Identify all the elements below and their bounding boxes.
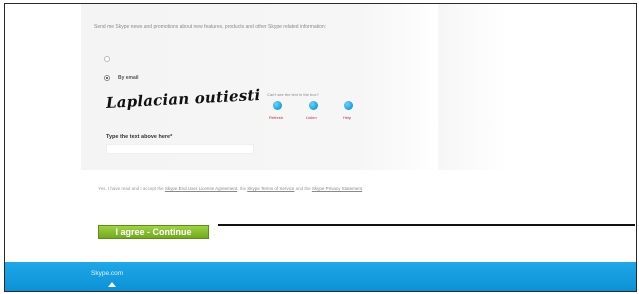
refresh-label[interactable]: Refresh: [269, 115, 283, 120]
footer-skype-link[interactable]: Skype.com: [91, 270, 123, 277]
listen-label[interactable]: Listen: [306, 115, 317, 120]
help-icon[interactable]: [344, 101, 353, 110]
listen-icon[interactable]: [309, 101, 318, 110]
privacy-statement-link[interactable]: Skype Privacy Statement: [312, 186, 362, 191]
footer-bar: Skype.com: [5, 262, 636, 291]
terms-suffix: .: [362, 186, 364, 191]
terms-prefix: Yes, I have read and I accept the: [98, 186, 165, 191]
captcha-help-text: Can't see the text in the box?: [267, 92, 319, 97]
option-email-label: By email: [118, 75, 139, 81]
annotation-line: [218, 224, 635, 226]
captcha-input-label: Type the text above here*: [106, 134, 173, 140]
refresh-icon[interactable]: [273, 101, 282, 110]
terms-text: Yes, I have read and I accept the Skype …: [98, 185, 428, 192]
option-none-radio[interactable]: [104, 56, 110, 62]
terms-mid2: and the: [294, 186, 312, 191]
captcha-input[interactable]: [106, 144, 254, 154]
option-email-radio[interactable]: [104, 75, 110, 81]
terms-mid: , the: [237, 186, 248, 191]
help-label[interactable]: Help: [343, 115, 351, 120]
terms-of-service-link[interactable]: Skype Terms of Service: [247, 186, 294, 191]
eula-link[interactable]: Skype End User License Agreement: [165, 186, 237, 191]
caret-up-icon: [108, 282, 116, 287]
marketing-consent-text: Send me Skype news and promotions about …: [94, 24, 327, 30]
page-frame: Send me Skype news and promotions about …: [4, 3, 637, 292]
agree-continue-button[interactable]: I agree - Continue: [98, 225, 209, 239]
panel-fade: [438, 4, 508, 170]
